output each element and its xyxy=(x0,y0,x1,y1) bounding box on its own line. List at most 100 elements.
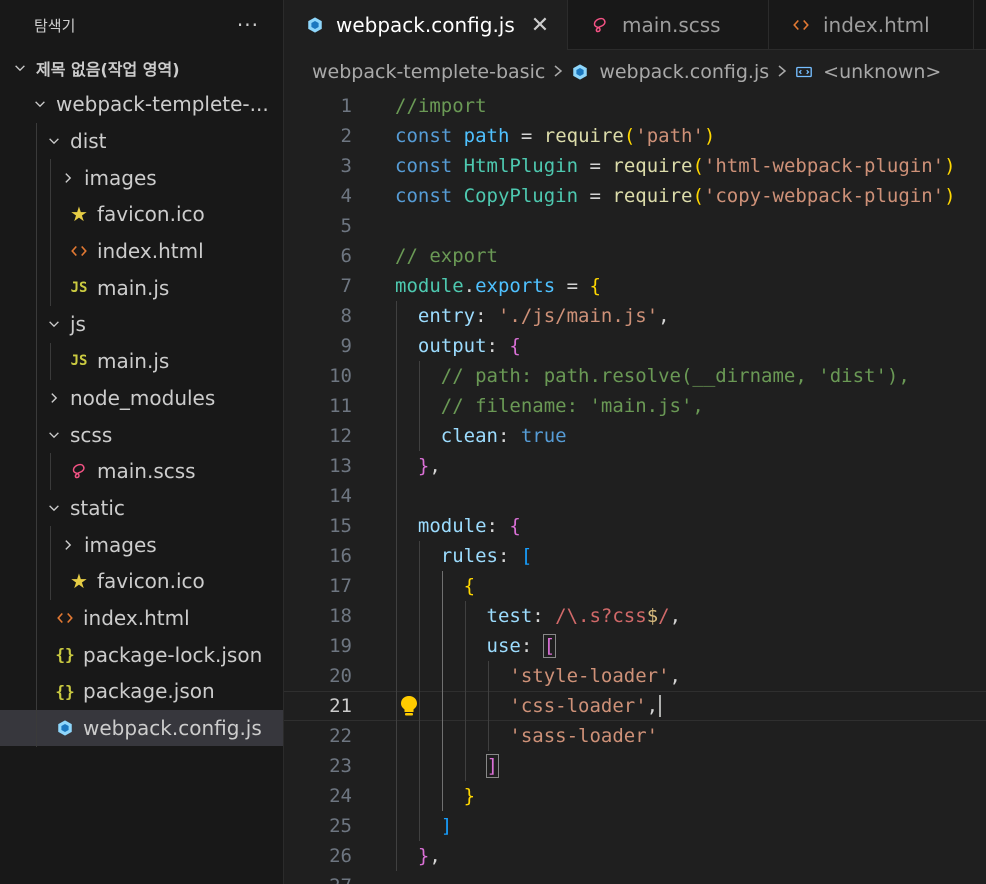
code-line[interactable]: 16 rules: [ xyxy=(284,541,986,571)
code-line[interactable]: 9 output: { xyxy=(284,331,986,361)
line-number: 16 xyxy=(329,545,352,567)
file-item[interactable]: JS main.js xyxy=(0,343,283,380)
indent-guide xyxy=(418,361,420,451)
code-line[interactable]: 1 //import xyxy=(284,91,986,121)
code-line[interactable]: 15 module: { xyxy=(284,511,986,541)
file-item[interactable]: index.html xyxy=(0,233,283,270)
json-file-icon: {} xyxy=(55,681,75,701)
code-line[interactable]: 18 test: /\.s?css$/, xyxy=(284,601,986,631)
code-line[interactable]: 17 { xyxy=(284,571,986,601)
workspace-label: 제목 없음(작업 영역) xyxy=(36,60,180,79)
code-text: clean: true xyxy=(395,421,567,451)
code-line[interactable]: 7 module.exports = { xyxy=(284,271,986,301)
html-icon xyxy=(54,607,76,629)
code-token: const xyxy=(395,155,453,177)
folder-item[interactable]: static xyxy=(0,490,283,527)
code-line[interactable]: 25 ] xyxy=(284,811,986,841)
code-line[interactable]: 11 // filename: 'main.js', xyxy=(284,391,986,421)
breadcrumb-symbol[interactable]: <unknown> xyxy=(823,61,941,83)
line-number: 6 xyxy=(340,245,352,267)
code-token: require xyxy=(612,155,693,177)
code-text: ] xyxy=(395,811,452,841)
line-number: 24 xyxy=(329,785,352,807)
folder-item[interactable]: images xyxy=(0,159,283,196)
code-token: exports xyxy=(475,275,556,297)
code-text: const path = require('path') xyxy=(395,121,715,151)
line-number: 7 xyxy=(340,275,352,297)
close-icon[interactable]: ✕ xyxy=(531,13,549,38)
code-line[interactable]: 20 'style-loader', xyxy=(284,661,986,691)
code-token: , xyxy=(669,605,682,627)
folder-item[interactable]: dist xyxy=(0,123,283,160)
file-item[interactable]: ★ favicon.ico xyxy=(0,196,283,233)
code-token: , xyxy=(429,845,441,867)
code-line[interactable]: 21 'css-loader', xyxy=(284,691,986,721)
code-text: output: { xyxy=(395,331,521,361)
breadcrumb-file[interactable]: webpack.config.js xyxy=(599,61,769,83)
chevron-down-icon xyxy=(42,423,66,447)
code-text: // path: path.resolve(__dirname, 'dist')… xyxy=(395,361,910,391)
code-line[interactable]: 10 // path: path.resolve(__dirname, 'dis… xyxy=(284,361,986,391)
file-item[interactable]: main.scss xyxy=(0,453,283,490)
folder-item[interactable]: images xyxy=(0,526,283,563)
code-token: : xyxy=(497,425,521,447)
more-actions-icon[interactable]: ··· xyxy=(237,13,259,37)
folder-item[interactable]: scss xyxy=(0,416,283,453)
code-line[interactable]: 8 entry: './js/main.js', xyxy=(284,301,986,331)
file-item[interactable]: webpack.config.js xyxy=(0,709,283,747)
tab-index-html[interactable]: index.html xyxy=(769,0,974,50)
file-item[interactable]: JS main.js xyxy=(0,269,283,306)
code-line[interactable]: 4 const CopyPlugin = require('copy-webpac… xyxy=(284,181,986,211)
code-line[interactable]: 22 'sass-loader' xyxy=(284,721,986,751)
code-text: 'sass-loader' xyxy=(395,721,658,751)
code-line[interactable]: 6 // export xyxy=(284,241,986,271)
indent-guide xyxy=(50,342,51,380)
code-line[interactable]: 3 const HtmlPlugin = require('html-webpac… xyxy=(284,151,986,181)
line-number: 22 xyxy=(329,725,352,747)
folder-item[interactable]: js xyxy=(0,306,283,343)
code-line[interactable]: 23 ] xyxy=(284,751,986,781)
code-line[interactable]: 27 xyxy=(284,871,986,884)
tab-webpack-config[interactable]: webpack.config.js ✕ xyxy=(284,0,568,50)
folder-item[interactable]: node_modules xyxy=(0,380,283,417)
file-item[interactable]: index.html xyxy=(0,600,283,637)
file-item[interactable]: ★ favicon.ico xyxy=(0,563,283,600)
line-number: 12 xyxy=(329,425,352,447)
code-token: ) xyxy=(944,185,956,207)
code-line[interactable]: 19 use: [ xyxy=(284,631,986,661)
file-item[interactable]: {} package-lock.json xyxy=(0,636,283,673)
code-token: } xyxy=(417,845,430,867)
tree-item-label: index.html xyxy=(83,605,190,630)
code-token: CopyPlugin xyxy=(463,185,579,207)
code-token: 'copy-webpack-plugin' xyxy=(703,185,945,207)
workspace-root[interactable]: 제목 없음(작업 영역) xyxy=(0,50,283,86)
code-line[interactable]: 12 clean: true xyxy=(284,421,986,451)
line-number: 8 xyxy=(340,305,352,327)
chevron-down-icon xyxy=(42,129,66,153)
webpack-icon xyxy=(571,62,591,82)
code-token: HtmlPlugin xyxy=(463,155,579,177)
tab-main-scss[interactable]: main.scss xyxy=(568,0,769,50)
code-text: module.exports = { xyxy=(395,271,601,301)
code-token: ( xyxy=(623,125,636,147)
folder-item[interactable]: webpack-templete-... xyxy=(0,86,283,123)
tree-item-label: js xyxy=(70,312,86,337)
code-editor[interactable]: 1//import 2 const path = require('path') 3 c… xyxy=(284,90,986,884)
code-token: output xyxy=(417,335,487,357)
code-line[interactable]: 2 const path = require('path') xyxy=(284,121,986,151)
breadcrumb-folder[interactable]: webpack-templete-basic xyxy=(312,61,545,83)
code-line[interactable]: 5 xyxy=(284,211,986,241)
code-line[interactable]: 24 } xyxy=(284,781,986,811)
chevron-right-icon xyxy=(776,61,788,83)
code-token: . xyxy=(463,275,476,297)
code-line[interactable]: 26 }, xyxy=(284,841,986,871)
tree-item-label: images xyxy=(84,532,157,557)
file-item[interactable]: {} package.json xyxy=(0,673,283,710)
code-line[interactable]: 14 xyxy=(284,481,986,511)
indent-guide xyxy=(50,159,51,307)
line-number: 3 xyxy=(340,155,352,177)
code-token: $ xyxy=(646,605,659,627)
code-text: entry: './js/main.js', xyxy=(395,301,670,331)
code-line[interactable]: 13 }, xyxy=(284,451,986,481)
